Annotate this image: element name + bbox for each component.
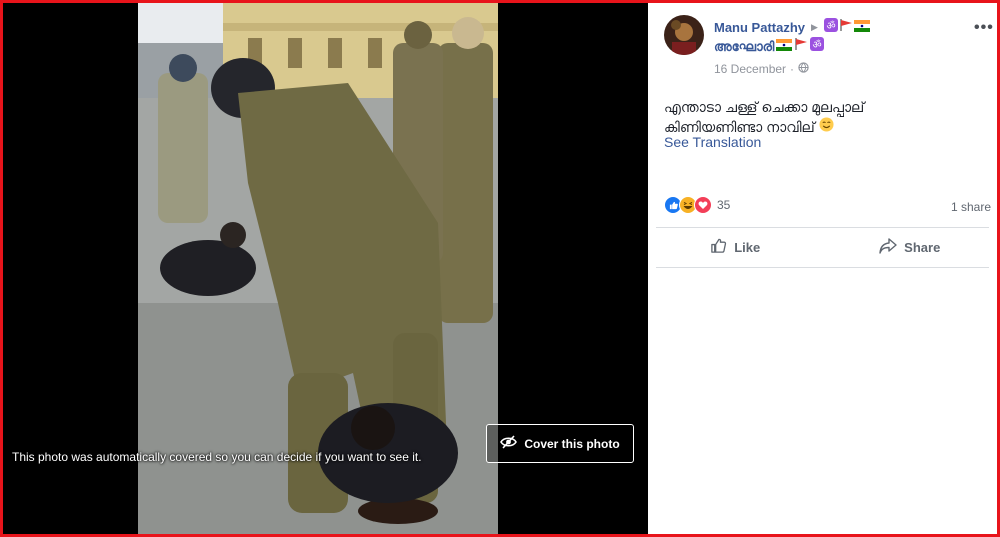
alias-row: അഘോരി ॐ — [714, 37, 825, 56]
meta-dot: · — [790, 62, 795, 76]
like-label: Like — [734, 239, 761, 255]
share-button[interactable]: Share — [823, 231, 998, 263]
indian-flag-icon — [853, 19, 870, 37]
post-panel: Manu Pattazhy ▶ ॐ അഘോരി ॐ 16 December · … — [648, 3, 997, 534]
red-flag-icon — [839, 18, 853, 37]
post-meta: 16 December · — [714, 62, 809, 76]
caret-right-icon: ▶ — [811, 22, 818, 32]
share-label: Share — [904, 239, 941, 255]
post-text: എന്താടാ ചള്ള് ചെക്കാ മുലപ്പാല് കിണിയണിണ്… — [664, 97, 984, 137]
indian-flag-icon — [776, 38, 793, 56]
share-count[interactable]: 1 share — [951, 200, 991, 214]
reaction-count: 35 — [717, 198, 731, 212]
reactions-summary[interactable]: 35 — [664, 196, 730, 214]
divider — [656, 267, 989, 268]
cover-photo-label: Cover this photo — [524, 436, 620, 451]
red-flag-icon — [794, 37, 808, 56]
author-row: Manu Pattazhy ▶ ॐ — [714, 18, 870, 37]
svg-text:ॐ: ॐ — [826, 20, 835, 32]
avatar[interactable] — [664, 15, 704, 55]
svg-text:ॐ: ॐ — [813, 39, 822, 51]
share-arrow-icon — [879, 237, 897, 257]
globe-icon — [798, 62, 809, 76]
post-actions: Like Share — [648, 231, 997, 263]
like-button[interactable]: Like — [648, 231, 823, 263]
divider — [656, 227, 989, 228]
eye-slash-icon — [500, 435, 518, 452]
see-translation-link[interactable]: See Translation — [664, 134, 761, 150]
cover-notice: This photo was automatically covered so … — [12, 450, 422, 464]
author-name[interactable]: Manu Pattazhy — [714, 20, 805, 35]
more-options-icon[interactable]: ••• — [974, 19, 994, 37]
thumbs-up-icon — [710, 237, 727, 257]
om-icon: ॐ — [823, 18, 838, 37]
cover-photo-button[interactable]: Cover this photo — [486, 424, 634, 463]
author-alias[interactable]: അഘോരി — [714, 39, 774, 55]
author-emoji-row: ॐ — [823, 18, 870, 37]
post-date[interactable]: 16 December — [714, 62, 786, 76]
photo-viewer: This photo was automatically covered so … — [3, 3, 648, 534]
post-text-line1: എന്താടാ ചള്ള് ചെക്കാ മുലപ്പാല് — [664, 99, 865, 115]
om-icon: ॐ — [810, 37, 825, 56]
love-reaction-icon — [694, 196, 712, 214]
smiling-face-icon — [819, 117, 834, 137]
